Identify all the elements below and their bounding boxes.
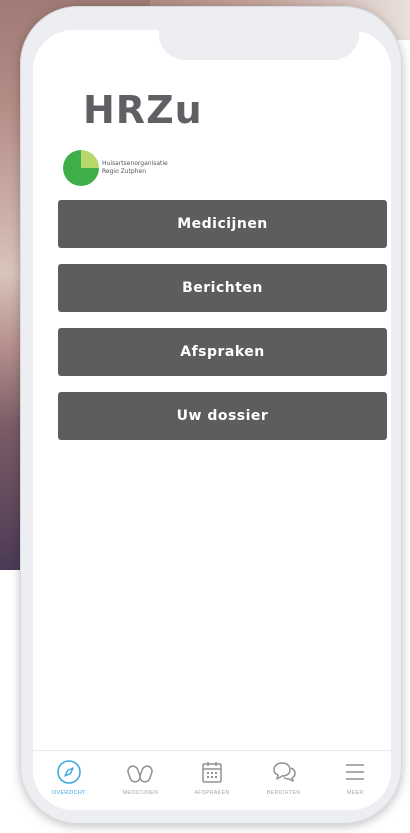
logo-subtitle-line2: Regio Zutphen [102,168,147,175]
berichten-button[interactable]: Berichten [58,264,387,312]
calendar-icon [202,762,222,783]
tab-afspraken-label: AFSPRAKEN [194,790,230,796]
chat-icon [272,762,296,782]
tab-afspraken[interactable]: AFSPRAKEN [182,759,242,796]
logo-subtitle-line1: Huisartsenorganisatie [102,160,168,167]
hamburger-icon [346,764,365,780]
logo-leaf-icon [63,150,99,186]
tab-overzicht[interactable]: OVERZICHT [39,759,99,796]
bottom-tab-bar: OVERZICHT MEDICIJNEN AFSPRAKEN BERICHTEN… [33,750,391,810]
pills-icon [127,765,154,783]
app-logo: HRZu Huisartsenorganisatie Regio Zutphen [61,88,221,186]
medicijnen-button[interactable]: Medicijnen [58,200,387,248]
logo-wordmark: HRZu [83,88,203,132]
afspraken-button[interactable]: Afspraken [58,328,387,376]
tab-meer-label: MEER [346,790,364,796]
tab-berichten-label: BERICHTEN [266,790,301,796]
tab-berichten[interactable]: BERICHTEN [254,759,314,796]
tab-meer[interactable]: MEER [325,759,385,796]
app-screen: HRZu Huisartsenorganisatie Regio Zutphen… [33,30,391,810]
tab-medicijnen[interactable]: MEDICIJNEN [110,759,170,796]
phone-notch [159,30,359,60]
uw-dossier-button[interactable]: Uw dossier [58,392,387,440]
logo-subtitle: Huisartsenorganisatie Regio Zutphen [102,160,168,176]
tab-medicijnen-label: MEDICIJNEN [122,790,159,796]
tab-overzicht-label: OVERZICHT [52,790,86,796]
compass-icon [56,760,81,784]
main-menu: Medicijnen Berichten Afspraken Uw dossie… [58,200,387,456]
